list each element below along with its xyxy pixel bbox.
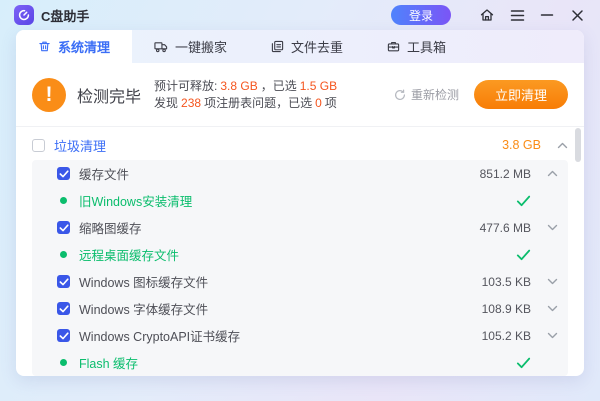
group-size: 3.8 GB (502, 138, 541, 152)
item-checkbox[interactable] (57, 221, 70, 234)
item-size: 477.6 MB (480, 221, 531, 235)
list-item[interactable]: 缓存文件 851.2 MB (32, 160, 568, 187)
tab-file-dedupe[interactable]: 文件去重 (249, 30, 365, 63)
registry-selected: 0 (315, 96, 322, 110)
scrollbar-thumb[interactable] (575, 128, 581, 162)
warning-icon: ! (32, 78, 66, 112)
releasable-line: 预计可释放:3.8 GB，已选1.5 GB (154, 78, 340, 95)
cleaned-dot-icon (57, 248, 70, 261)
tab-bar: 系统清理 一键搬家 文件去重 (16, 30, 584, 63)
item-label: 缓存文件 (79, 164, 129, 183)
list-item[interactable]: Windows 字体缓存文件 108.9 KB (32, 295, 568, 322)
selected-size: 1.5 GB (300, 79, 337, 93)
list-item[interactable]: Windows 图标缓存文件 103.5 KB (32, 268, 568, 295)
titlebar: C盘助手 登录 (0, 0, 600, 30)
summary-actions: 重新检测 立即清理 (394, 80, 568, 109)
scan-summary: ! 检测完毕 预计可释放:3.8 GB，已选1.5 GB 发现238项注册表问题… (16, 63, 584, 127)
truck-icon (154, 40, 168, 53)
cleaned-dot-icon (57, 356, 70, 369)
duplicate-file-icon (271, 40, 284, 53)
chevron-down-icon[interactable] (546, 305, 558, 312)
titlebar-controls: 登录 (391, 5, 586, 25)
tab-one-click-move[interactable]: 一键搬家 (132, 30, 249, 63)
tab-system-clean[interactable]: 系统清理 (16, 30, 132, 63)
list-item[interactable]: Flash 缓存 (32, 349, 568, 376)
clean-now-button[interactable]: 立即清理 (474, 80, 568, 109)
minimize-icon[interactable] (538, 6, 556, 24)
item-label: 缩略图缓存 (79, 218, 142, 237)
chevron-down-icon[interactable] (546, 332, 558, 339)
list-item[interactable]: 缩略图缓存 477.6 MB (32, 214, 568, 241)
sub-list: 缓存文件 851.2 MB 旧Windows安装清理缩略图缓存 477.6 MB 远程桌… (32, 160, 568, 376)
done-check-icon (516, 195, 531, 207)
app-window: C盘助手 登录 (0, 0, 600, 401)
chevron-up-icon[interactable] (556, 142, 568, 149)
item-label: Windows CryptoAPI证书缓存 (79, 326, 240, 345)
main-card: 系统清理 一键搬家 文件去重 (16, 30, 584, 376)
cleanup-list: 垃圾清理 3.8 GB 缓存文件851.2 MB旧Windows安装清理缩略图缓… (16, 127, 584, 376)
tab-label: 一键搬家 (175, 37, 227, 56)
item-size: 105.2 KB (482, 329, 531, 343)
refresh-icon (394, 89, 406, 101)
tab-label: 文件去重 (291, 37, 343, 56)
recheck-button[interactable]: 重新检测 (394, 86, 459, 103)
list-item[interactable]: 远程桌面缓存文件 (32, 241, 568, 268)
registry-count: 238 (181, 96, 201, 110)
item-label: Windows 图标缓存文件 (79, 272, 208, 291)
chevron-up-icon[interactable] (546, 170, 558, 177)
login-button[interactable]: 登录 (391, 5, 451, 25)
scan-status: 检测完毕 (77, 83, 141, 107)
item-label: Windows 字体缓存文件 (79, 299, 208, 318)
scan-details: 预计可释放:3.8 GB，已选1.5 GB 发现238项注册表问题，已选0项 (154, 78, 340, 112)
tab-toolbox[interactable]: 工具箱 (365, 30, 468, 63)
list-item[interactable]: Windows CryptoAPI证书缓存 105.2 KB (32, 322, 568, 349)
toolbox-icon (387, 40, 400, 53)
releasable-size: 3.8 GB (220, 79, 257, 93)
cleaned-dot-icon (57, 194, 70, 207)
recheck-label: 重新检测 (411, 86, 459, 103)
home-icon[interactable] (478, 6, 496, 24)
item-checkbox[interactable] (57, 167, 70, 180)
chevron-down-icon[interactable] (546, 278, 558, 285)
group-checkbox[interactable] (32, 139, 45, 152)
tab-label: 工具箱 (407, 37, 446, 56)
group-label: 垃圾清理 (54, 136, 106, 155)
registry-line: 发现238项注册表问题，已选0项 (154, 95, 340, 112)
tab-label: 系统清理 (58, 37, 110, 56)
item-checkbox[interactable] (57, 302, 70, 315)
done-check-icon (516, 357, 531, 369)
item-size: 108.9 KB (482, 302, 531, 316)
item-size: 851.2 MB (480, 167, 531, 181)
item-label: 远程桌面缓存文件 (79, 245, 179, 264)
item-checkbox[interactable] (57, 275, 70, 288)
app-title: C盘助手 (41, 6, 89, 25)
chevron-down-icon[interactable] (546, 224, 558, 231)
menu-icon[interactable] (508, 6, 526, 24)
item-label: 旧Windows安装清理 (79, 191, 192, 210)
item-label: Flash 缓存 (79, 353, 138, 372)
group-row-junk-clean[interactable]: 垃圾清理 3.8 GB (32, 132, 568, 158)
item-size: 103.5 KB (482, 275, 531, 289)
done-check-icon (516, 249, 531, 261)
app-logo-icon (14, 5, 34, 25)
broom-clean-icon (38, 40, 51, 53)
item-checkbox[interactable] (57, 329, 70, 342)
list-item[interactable]: 旧Windows安装清理 (32, 187, 568, 214)
close-icon[interactable] (568, 6, 586, 24)
